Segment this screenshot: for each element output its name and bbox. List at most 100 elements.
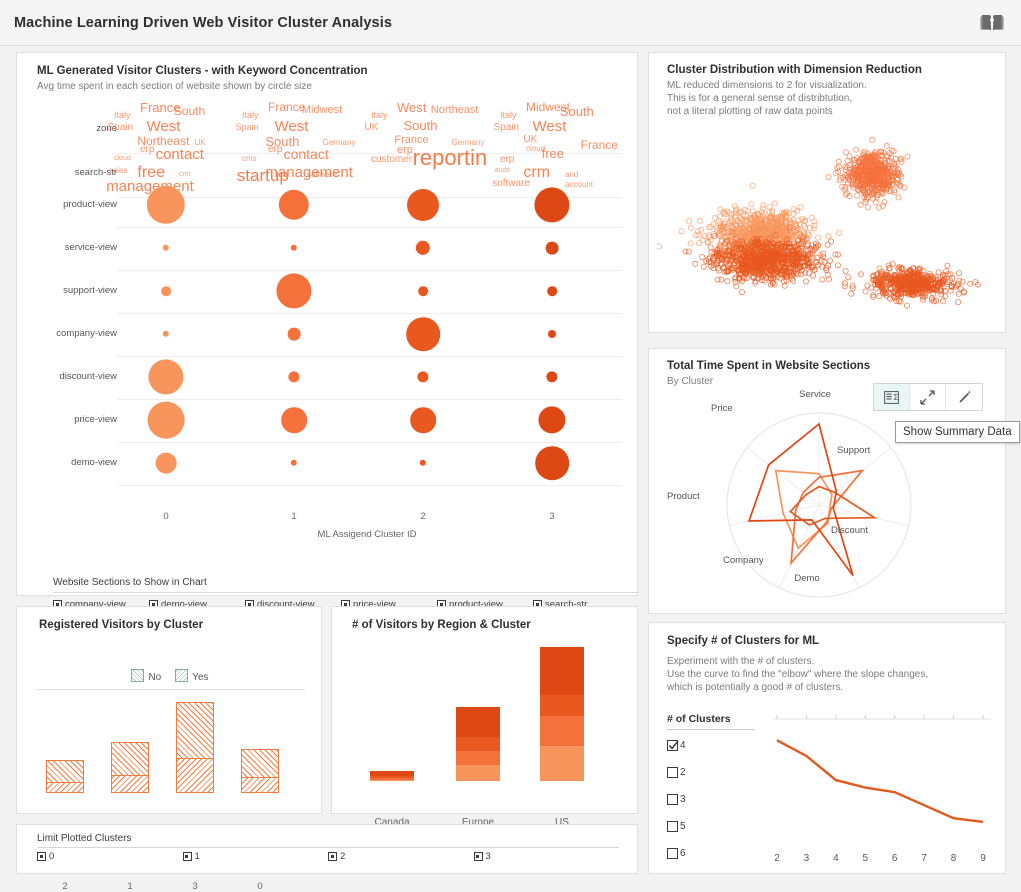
bubble-company-view-cluster-0[interactable] bbox=[162, 330, 170, 338]
reg-bar-segment-yes bbox=[46, 782, 84, 793]
bubble-demo-view-cluster-3[interactable] bbox=[535, 446, 569, 480]
checkbox-icon[interactable] bbox=[667, 740, 679, 751]
app-header: Machine Learning Driven Web Visitor Clus… bbox=[0, 0, 1021, 46]
cluster-count-options: # of Clusters 4 2 3 5 6 bbox=[667, 713, 759, 867]
registered-visitors-bars[interactable]: 2130 bbox=[35, 691, 307, 892]
reg-legend-item-no[interactable]: No bbox=[131, 669, 161, 683]
book-icon[interactable] bbox=[977, 9, 1007, 37]
scatter-cluster-3 bbox=[841, 260, 981, 309]
checkbox-icon[interactable] bbox=[667, 794, 678, 805]
bubble-product-view-cluster-3[interactable] bbox=[534, 187, 570, 223]
bubble-demo-view-cluster-2[interactable] bbox=[419, 459, 427, 467]
cluster-count-option-5[interactable]: 5 bbox=[667, 813, 759, 840]
checkbox-icon[interactable] bbox=[473, 852, 483, 861]
wordcloud-word: Italy bbox=[371, 110, 388, 120]
bubble-discount-view-cluster-2[interactable] bbox=[417, 371, 429, 383]
bubble-demo-view-cluster-1[interactable] bbox=[290, 459, 298, 467]
wordcloud-word: West bbox=[532, 118, 567, 135]
bubble-company-view-cluster-2[interactable] bbox=[406, 317, 440, 351]
wordcloud-word: Italy bbox=[500, 110, 517, 120]
wordcloud-word: reporting bbox=[412, 145, 488, 170]
region-segment-cluster-1 bbox=[540, 715, 584, 747]
cluster-count-option-4[interactable]: 4 bbox=[667, 732, 759, 759]
bubble-discount-view-cluster-3[interactable] bbox=[546, 371, 558, 383]
edit-pencil-icon[interactable] bbox=[946, 384, 982, 410]
region-segment-cluster-0 bbox=[540, 746, 584, 781]
visitors-by-region-bars[interactable]: Canada Europe US bbox=[360, 641, 610, 828]
checkbox-icon[interactable] bbox=[37, 852, 46, 861]
bubble-product-view-cluster-1[interactable] bbox=[278, 189, 310, 221]
reg-bar-segment-no bbox=[46, 760, 84, 783]
bubble-price-view-cluster-2[interactable] bbox=[410, 407, 436, 433]
bubble-service-view-cluster-0[interactable] bbox=[162, 244, 170, 252]
bubble-service-view-cluster-1[interactable] bbox=[290, 244, 298, 252]
checkbox-icon[interactable] bbox=[667, 848, 678, 859]
cluster-count-option-label: 2 bbox=[680, 767, 686, 778]
region-segment-cluster-2 bbox=[540, 695, 584, 716]
wordcloud-word: free bbox=[541, 146, 564, 161]
reg-legend-item-yes[interactable]: Yes bbox=[175, 669, 209, 683]
limit-cluster-checkbox-0[interactable]: 0 bbox=[37, 851, 183, 862]
checkbox-icon[interactable] bbox=[667, 767, 678, 778]
bubble-price-view-cluster-1[interactable] bbox=[281, 407, 307, 433]
legend-label: No bbox=[148, 672, 162, 683]
reg-bar-1[interactable] bbox=[111, 742, 149, 793]
region-bar-us[interactable] bbox=[540, 647, 584, 781]
wordcloud-word: UK bbox=[523, 134, 538, 145]
wordcloud-word: West bbox=[397, 101, 427, 115]
row-label-support-view: support-view bbox=[63, 285, 117, 296]
scatter-plot[interactable] bbox=[656, 131, 999, 327]
registered-visitors-legend: No Yes bbox=[17, 669, 323, 683]
limit-cluster-checkbox-1[interactable]: 1 bbox=[182, 851, 329, 862]
cluster-distribution-subtitle: ML reduced dimensions to 2 for visualiza… bbox=[667, 80, 867, 117]
elbow-curve-chart[interactable]: 2 3 4 5 6 7 8 9 bbox=[767, 713, 993, 864]
cluster-count-option-2[interactable]: 2 bbox=[667, 759, 759, 786]
elbow-x-tick-7: 7 bbox=[921, 853, 927, 864]
bubble-discount-view-cluster-0[interactable] bbox=[148, 359, 184, 395]
row-divider bbox=[117, 355, 622, 357]
checkbox-icon[interactable] bbox=[328, 852, 337, 861]
radar-axis-label-discount: Discount bbox=[831, 525, 868, 536]
bubble-support-view-cluster-1[interactable] bbox=[276, 273, 312, 309]
cluster-count-label: # of Clusters bbox=[667, 713, 731, 725]
cluster-count-option-6[interactable]: 6 bbox=[667, 840, 759, 867]
bubble-company-view-cluster-3[interactable] bbox=[548, 330, 556, 338]
region-bar-canada[interactable] bbox=[370, 770, 414, 781]
legend-swatch-icon bbox=[131, 669, 145, 682]
row-label-demo-view: demo-view bbox=[71, 457, 117, 468]
bubble-product-view-cluster-0[interactable] bbox=[146, 185, 186, 225]
checkbox-icon[interactable] bbox=[182, 852, 192, 861]
elbow-line bbox=[776, 739, 984, 824]
bubble-company-view-cluster-1[interactable] bbox=[287, 327, 301, 341]
checkbox-icon[interactable] bbox=[667, 821, 678, 832]
bubble-service-view-cluster-2[interactable] bbox=[415, 240, 431, 256]
reg-bar-0[interactable] bbox=[241, 749, 279, 793]
region-bar-europe[interactable] bbox=[456, 706, 500, 781]
wordcloud-word: cms bbox=[242, 154, 257, 163]
bubble-discount-view-cluster-1[interactable] bbox=[288, 371, 300, 383]
reg-bar-2[interactable] bbox=[46, 760, 84, 793]
bubble-price-view-cluster-3[interactable] bbox=[538, 406, 566, 434]
x-tick-3: 3 bbox=[549, 511, 555, 522]
limit-plotted-clusters-title: Limit Plotted Clusters bbox=[37, 833, 132, 844]
bubble-demo-view-cluster-0[interactable] bbox=[155, 452, 177, 474]
limit-cluster-checkbox-3[interactable]: 3 bbox=[473, 851, 620, 862]
bubble-support-view-cluster-3[interactable] bbox=[547, 286, 557, 296]
x-axis-title: ML Assigend Cluster ID bbox=[317, 529, 417, 540]
cluster-count-option-3[interactable]: 3 bbox=[667, 786, 759, 813]
bubble-support-view-cluster-0[interactable] bbox=[161, 286, 171, 296]
radar-series-cluster-1 bbox=[790, 469, 865, 566]
wordcloud-word: contact bbox=[155, 146, 204, 163]
wordcloud-word: contact bbox=[283, 146, 329, 162]
bubble-service-view-cluster-3[interactable] bbox=[545, 241, 559, 255]
wordcloud-word: sales bbox=[108, 166, 128, 175]
bubble-matrix-plot[interactable]: zone France South Italy Spain West Northeast UK… bbox=[17, 97, 637, 567]
bubble-product-view-cluster-2[interactable] bbox=[407, 189, 439, 221]
bubble-price-view-cluster-0[interactable] bbox=[147, 401, 185, 439]
bubble-support-view-cluster-2[interactable] bbox=[418, 286, 428, 296]
website-sections-legend-title: Website Sections to Show in Chart bbox=[53, 577, 207, 588]
limit-cluster-checkbox-2[interactable]: 2 bbox=[328, 851, 474, 862]
visitors-by-region-title: # of Visitors by Region & Cluster bbox=[352, 619, 531, 631]
reg-bar-3[interactable] bbox=[176, 702, 214, 793]
reg-bar-segment-yes bbox=[111, 774, 149, 793]
